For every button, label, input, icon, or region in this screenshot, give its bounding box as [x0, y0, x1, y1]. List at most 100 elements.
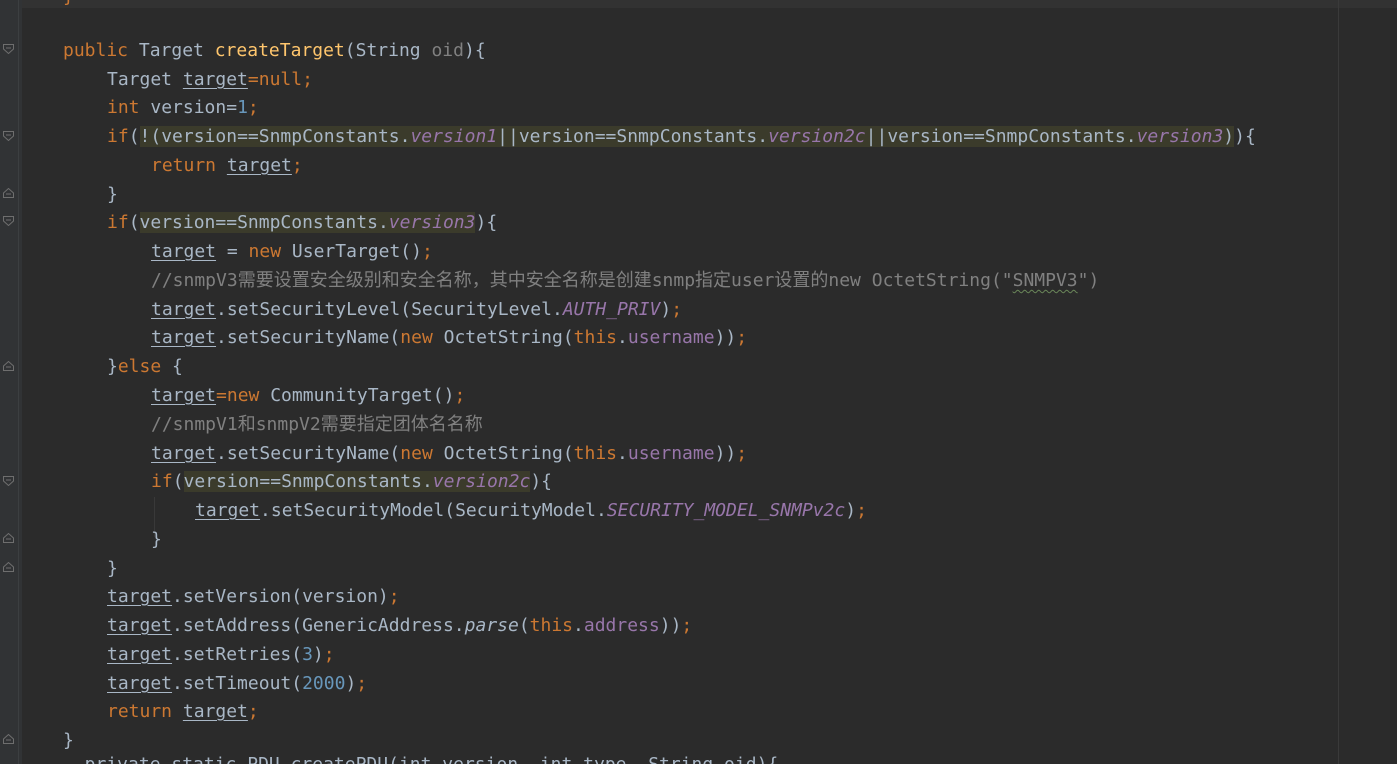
code-line[interactable]: //snmpV1和snmpV2需要指定团体名名称: [151, 410, 483, 439]
code-token: target: [107, 586, 173, 607]
fold-open-icon[interactable]: [3, 216, 14, 226]
code-line[interactable]: target.setRetries(3);: [107, 640, 335, 669]
code-token: ): [312, 644, 324, 665]
code-token: "): [1077, 270, 1100, 291]
fold-close-icon[interactable]: [3, 188, 14, 198]
code-line[interactable]: }: [107, 554, 118, 583]
code-token: target: [151, 241, 217, 262]
code-token: (: [128, 212, 140, 233]
code-token: )): [714, 443, 737, 464]
fold-close-icon[interactable]: [3, 361, 14, 371]
code-line[interactable]: public Target createTarget(String oid){: [63, 36, 486, 65]
code-token: 2000: [302, 673, 346, 694]
code-token: .setSecurityName(: [216, 443, 401, 464]
code-line[interactable]: target = new UserTarget();: [151, 237, 433, 266]
code-token: target: [182, 701, 248, 722]
code-line[interactable]: target.setVersion(version);: [107, 582, 400, 611]
code-line[interactable]: //snmpV3需要设置安全级别和安全名称，其中安全名称是创建snmp指定use…: [151, 266, 1099, 295]
code-token: version=: [150, 97, 238, 118]
code-token: //snmpV1和snmpV2需要指定团体名名称: [151, 414, 483, 435]
code-line[interactable]: target.setSecurityLevel(SecurityLevel.AU…: [151, 295, 682, 324]
code-token: target: [151, 327, 217, 348]
code-token: this: [529, 615, 574, 636]
code-token: parse: [464, 615, 519, 636]
code-line[interactable]: if(!(version==SnmpConstants.version1||ve…: [107, 122, 1256, 151]
code-token: }: [107, 356, 118, 377]
code-token: version2c: [768, 126, 866, 147]
code-token: version==SnmpConstants.: [139, 212, 389, 233]
code-token: public: [63, 40, 139, 61]
code-token: OctetString(: [443, 443, 574, 464]
code-token: version==SnmpConstants.: [183, 471, 433, 492]
code-token: =null;: [247, 69, 313, 90]
code-token: }: [107, 184, 118, 205]
code-token: .: [617, 443, 628, 464]
code-token: (: [128, 126, 140, 147]
code-token: ;: [247, 701, 259, 722]
code-token: target: [107, 673, 173, 694]
code-token: UserTarget(): [291, 241, 422, 262]
code-token: ;: [291, 155, 303, 176]
code-line[interactable]: target=new CommunityTarget();: [151, 381, 465, 410]
code-line[interactable]: target.setSecurityName(new OctetString(t…: [151, 439, 747, 468]
code-token: .setSecurityLevel(SecurityLevel.: [216, 299, 563, 320]
code-token: target: [107, 615, 173, 636]
code-token: target: [226, 155, 292, 176]
code-token: this: [573, 443, 618, 464]
code-token: this: [573, 327, 618, 348]
code-token: address: [583, 615, 660, 636]
code-line[interactable]: if(version==SnmpConstants.version2c){: [151, 467, 552, 496]
code-token: createTarget: [214, 40, 345, 61]
next-method-fragment: private static PDU createPDU(int version…: [63, 750, 779, 764]
code-token: target: [151, 443, 217, 464]
code-token: ||version==SnmpConstants.: [865, 126, 1137, 147]
code-token: oid: [431, 40, 464, 61]
code-line[interactable]: target.setAddress(GenericAddress.parse(t…: [107, 611, 692, 640]
code-token: int: [107, 97, 151, 118]
fold-open-icon[interactable]: [3, 131, 14, 141]
fold-open-icon[interactable]: [3, 44, 14, 54]
code-line[interactable]: }: [151, 525, 162, 554]
code-token: Target: [107, 69, 183, 90]
code-token: ): [660, 299, 672, 320]
code-token: ;: [681, 615, 693, 636]
code-token: new: [248, 241, 292, 262]
code-token: .setTimeout(: [172, 673, 303, 694]
code-token: else: [117, 356, 173, 377]
code-line[interactable]: int version=1;: [107, 93, 259, 122]
fold-close-icon[interactable]: [3, 562, 14, 572]
previous-method-strip: }: [0, 0, 1397, 8]
fold-close-icon[interactable]: [3, 533, 14, 543]
code-line[interactable]: }else {: [107, 352, 183, 381]
code-line[interactable]: target.setSecurityName(new OctetString(t…: [151, 323, 747, 352]
code-token: if: [107, 126, 129, 147]
code-line[interactable]: target.setTimeout(2000);: [107, 669, 367, 698]
gutter-divider: [18, 0, 19, 764]
code-line[interactable]: if(version==SnmpConstants.version3){: [107, 208, 497, 237]
code-line[interactable]: target.setSecurityModel(SecurityModel.SE…: [195, 496, 867, 525]
code-token: target: [107, 644, 173, 665]
code-token: .: [573, 615, 584, 636]
fold-open-icon[interactable]: [3, 476, 14, 486]
code-token: username: [627, 327, 715, 348]
code-token: CommunityTarget(): [270, 385, 455, 406]
code-token: ;: [671, 299, 683, 320]
code-token: version3: [1136, 126, 1224, 147]
code-token: =: [216, 241, 249, 262]
code-token: target: [195, 500, 261, 521]
code-token: ;: [323, 644, 335, 665]
code-token: {: [172, 356, 183, 377]
code-token: ){: [475, 212, 498, 233]
code-token: ){: [1234, 126, 1256, 147]
fold-close-icon[interactable]: [3, 734, 14, 744]
code-line[interactable]: Target target=null;: [107, 65, 313, 94]
code-line[interactable]: }: [107, 180, 118, 209]
code-token: version3: [388, 212, 476, 233]
code-line[interactable]: return target;: [107, 697, 259, 726]
code-token: )): [714, 327, 737, 348]
code-line[interactable]: return target;: [151, 151, 303, 180]
code-token: ;: [454, 385, 466, 406]
code-token: }: [63, 730, 74, 751]
code-token: SECURITY_MODEL_SNMPv2c: [606, 500, 846, 521]
code-editor[interactable]: } public Target createTarget(String oid)…: [0, 0, 1397, 764]
